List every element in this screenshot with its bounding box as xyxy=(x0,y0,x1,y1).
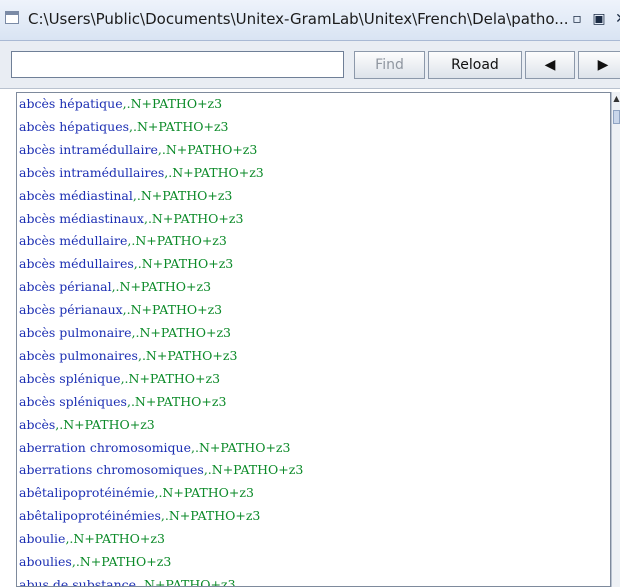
list-item[interactable]: aboulies,.N+PATHO+z3 xyxy=(19,551,171,573)
entry-code: ,.N+PATHO+z3 xyxy=(131,325,232,340)
scroll-up-icon[interactable]: ▲ xyxy=(612,94,620,103)
entry-code: ,.N+PATHO+z3 xyxy=(191,439,291,455)
list-item[interactable]: abcès hépatique,.N+PATHO+z3 xyxy=(19,93,222,115)
list-item[interactable]: abêtalipoprotéinémie,.N+PATHO+z3 xyxy=(19,482,254,504)
arrow-right-icon: ▶ xyxy=(597,57,609,73)
dictionary-list[interactable]: abcès hépatique,.N+PATHO+z3 abcès hépatiq… xyxy=(16,92,611,587)
next-button[interactable]: ▶ xyxy=(578,51,620,79)
list-item[interactable]: abcès pulmonaire,.N+PATHO+z3 xyxy=(19,322,231,344)
entry-code: ,.N+PATHO+z3 xyxy=(127,233,227,249)
list-item[interactable]: aberrations chromosomiques,.N+PATHO+z3 xyxy=(19,459,303,481)
entry-lemma: abcès médiastinal xyxy=(19,187,133,203)
entry-code: ,.N+PATHO+z3 xyxy=(111,279,212,295)
entry-code: ,.N+PATHO+z3 xyxy=(157,141,258,157)
search-input[interactable] xyxy=(11,51,344,78)
list-item[interactable]: abcès médiastinal,.N+PATHO+z3 xyxy=(19,185,232,207)
entry-code: ,.N+PATHO+z3 xyxy=(126,393,227,409)
entry-lemma: abcès splénique xyxy=(19,370,121,386)
entry-lemma: abcès médullaire xyxy=(19,233,128,249)
entry-lemma: aberration chromosomique xyxy=(19,439,191,455)
entry-lemma: abcès médullaires xyxy=(19,256,134,272)
list-item[interactable]: abcès pulmonaires,.N+PATHO+z3 xyxy=(19,345,237,367)
dictionary-window: C:\Users\Public\Documents\Unitex-GramLab… xyxy=(0,0,620,587)
entry-lemma: abcès médiastinaux xyxy=(19,210,144,226)
entry-code: ,.N+PATHO+z3 xyxy=(132,187,233,203)
entry-code: ,.N+PATHO+z3 xyxy=(129,118,229,134)
list-item[interactable]: abcès périanaux,.N+PATHO+z3 xyxy=(19,299,222,321)
list-item[interactable]: abcès périanal,.N+PATHO+z3 xyxy=(19,276,211,298)
entry-code: ,.N+PATHO+z3 xyxy=(160,508,261,524)
arrow-left-icon: ◀ xyxy=(544,57,556,73)
entry-code: ,.N+PATHO+z3 xyxy=(65,531,165,547)
entry-lemma: abêtalipoprotéinémie xyxy=(19,485,155,501)
entry-code: ,.N+PATHO+z3 xyxy=(136,576,236,587)
entry-code: ,.N+PATHO+z3 xyxy=(55,416,155,432)
vertical-scrollbar[interactable]: ▲ xyxy=(611,92,620,587)
list-item[interactable]: abcès hépatiques,.N+PATHO+z3 xyxy=(19,116,229,138)
window-title: C:\Users\Public\Documents\Unitex-GramLab… xyxy=(28,10,569,28)
entry-lemma: abcès xyxy=(19,416,56,432)
entry-code: ,.N+PATHO+z3 xyxy=(122,96,223,111)
entry-lemma: aboulie xyxy=(19,531,66,547)
entry-code: ,.N+PATHO+z3 xyxy=(120,370,221,386)
list-item[interactable]: abcès médiastinaux,.N+PATHO+z3 xyxy=(19,208,243,230)
toolbar: Find Reload ◀ ▶ xyxy=(0,41,620,89)
entry-code: ,.N+PATHO+z3 xyxy=(133,256,234,272)
list-item[interactable]: abus de substance,.N+PATHO+z3 xyxy=(19,574,236,587)
list-item[interactable]: abcès,.N+PATHO+z3 xyxy=(19,414,155,436)
entry-lemma: aboulies xyxy=(19,554,72,569)
entry-lemma: abcès périanaux xyxy=(19,302,123,318)
entry-lemma: abus de substance xyxy=(19,576,137,587)
previous-button[interactable]: ◀ xyxy=(525,51,575,79)
minimize-icon[interactable]: ▫ xyxy=(566,8,588,30)
entry-lemma: abcès pulmonaires xyxy=(19,347,138,363)
entry-lemma: abcès intramédullaires xyxy=(19,164,165,180)
list-item[interactable]: aberration chromosomique,.N+PATHO+z3 xyxy=(19,437,290,459)
entry-lemma: abcès hépatiques xyxy=(19,118,130,134)
maximize-icon[interactable]: ▣ xyxy=(588,8,610,30)
entry-lemma: abcès hépatique xyxy=(19,96,123,111)
entry-lemma: abcès spléniques xyxy=(19,393,127,409)
entry-code: ,.N+PATHO+z3 xyxy=(122,302,223,318)
scroll-thumb[interactable] xyxy=(613,110,620,124)
entry-lemma: abcès pulmonaire xyxy=(19,325,132,340)
list-item[interactable]: abcès médullaire,.N+PATHO+z3 xyxy=(19,230,227,252)
list-item[interactable]: abcès intramédullaire,.N+PATHO+z3 xyxy=(19,139,257,161)
title-bar: C:\Users\Public\Documents\Unitex-GramLab… xyxy=(0,0,620,41)
entry-code: ,.N+PATHO+z3 xyxy=(137,347,238,363)
entry-code: ,.N+PATHO+z3 xyxy=(71,554,172,569)
close-icon[interactable]: ✕ xyxy=(610,8,620,30)
entry-lemma: abcès intramédullaire xyxy=(19,141,158,157)
entry-code: ,.N+PATHO+z3 xyxy=(143,210,244,226)
find-button[interactable]: Find xyxy=(354,51,425,79)
list-item[interactable]: aboulie,.N+PATHO+z3 xyxy=(19,528,165,550)
list-item[interactable]: abcès médullaires,.N+PATHO+z3 xyxy=(19,253,233,275)
entry-lemma: aberrations chromosomiques xyxy=(19,462,204,478)
reload-button[interactable]: Reload xyxy=(428,51,522,79)
window-icon xyxy=(5,11,19,24)
list-item[interactable]: abcès spléniques,.N+PATHO+z3 xyxy=(19,391,226,413)
list-item[interactable]: abcès splénique,.N+PATHO+z3 xyxy=(19,368,220,390)
entry-lemma: abêtalipoprotéinémies xyxy=(19,508,161,524)
list-item[interactable]: abêtalipoprotéinémies,.N+PATHO+z3 xyxy=(19,505,260,527)
list-item[interactable]: abcès intramédullaires,.N+PATHO+z3 xyxy=(19,162,264,184)
entry-code: ,.N+PATHO+z3 xyxy=(203,462,304,478)
entry-code: ,.N+PATHO+z3 xyxy=(154,485,254,501)
entry-code: ,.N+PATHO+z3 xyxy=(164,164,264,180)
entry-lemma: abcès périanal xyxy=(19,279,112,295)
